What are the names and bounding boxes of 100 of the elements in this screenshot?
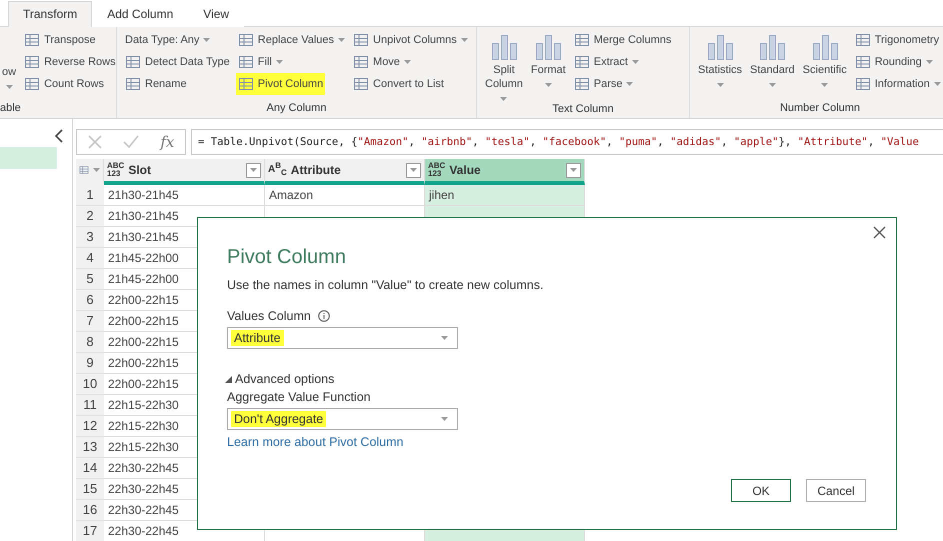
caret-icon [441, 417, 448, 421]
ribbon-button[interactable]: Data Type: Any [123, 29, 212, 51]
row-number: 6 [76, 290, 104, 311]
ribbon-button[interactable]: Transpose [22, 29, 98, 51]
row-number: 10 [76, 374, 104, 395]
caret-icon [821, 83, 828, 87]
row-number: 11 [76, 395, 104, 416]
ribbon-button[interactable]: Move [351, 51, 413, 73]
group-label: Any Column [266, 101, 328, 116]
caret-icon [276, 60, 283, 64]
info-icon[interactable] [318, 310, 330, 322]
ribbon-tab[interactable]: Transform [8, 1, 92, 27]
caret-icon [570, 168, 577, 172]
caret-icon [460, 38, 468, 42]
ribbon-button[interactable]: Reverse Rows [22, 51, 118, 73]
ribbon-button[interactable]: Unpivot Columns [351, 29, 470, 51]
collapse-icon[interactable] [54, 129, 64, 143]
ribbon-button[interactable]: Parse [572, 73, 636, 95]
ribbon-button[interactable]: Information [852, 73, 943, 95]
fx-button[interactable]: fx [160, 133, 174, 151]
type-icon: ABC 123 [107, 162, 124, 178]
row-number: 4 [76, 248, 104, 269]
filter-button[interactable] [406, 162, 421, 178]
aggregate-dropdown[interactable]: Don't Aggregate [227, 408, 458, 430]
table-icon [574, 32, 590, 48]
ribbon-button[interactable]: Extract [572, 51, 641, 73]
caret-icon [338, 38, 346, 42]
expanded-icon [225, 376, 232, 382]
caret-icon [93, 168, 100, 172]
caret-icon [768, 83, 776, 87]
column-name: Slot [128, 163, 152, 177]
row-number: 16 [76, 500, 104, 521]
table-menu-button[interactable] [76, 159, 104, 185]
ribbon-button[interactable]: Rename [123, 73, 189, 95]
table-icon [854, 54, 871, 70]
close-icon[interactable] [873, 226, 886, 239]
table-icon [353, 54, 370, 70]
table-icon [353, 76, 370, 92]
caret-icon [626, 82, 634, 86]
ok-button[interactable]: OK [731, 479, 791, 502]
ribbon-button[interactable]: Fill [236, 51, 285, 73]
caret-icon [716, 83, 724, 87]
ribbon-button[interactable]: Detect Data Type [123, 51, 232, 73]
caret-icon [6, 85, 13, 89]
caret-icon [500, 97, 508, 101]
ribbon-button[interactable]: Replace Values [236, 29, 348, 51]
caret-icon [926, 60, 933, 64]
group-label: able [0, 101, 22, 116]
ribbon-button[interactable]: Trigonometry [852, 29, 942, 51]
filter-button[interactable] [566, 162, 581, 178]
ribbon-button[interactable]: Format [528, 29, 568, 101]
table-icon [24, 54, 40, 70]
table-icon [238, 76, 254, 92]
table-icon [24, 76, 40, 92]
table-icon [125, 76, 141, 92]
row-number: 3 [76, 227, 104, 248]
table-icon [574, 76, 590, 92]
caret-icon [544, 83, 552, 87]
ribbon-button[interactable]: Rounding [852, 51, 935, 73]
row-number: 8 [76, 332, 104, 353]
dropdown-value: Attribute [231, 330, 284, 346]
row-number: 15 [76, 479, 104, 500]
ribbon-button[interactable]: Scientific [800, 29, 849, 100]
formula-field[interactable]: = Table.Unpivot(Source, {"Amazon", "airbnb", "tesla", "facebook", "puma", "adidas", "apple"}, "Attribute", "Value [191, 129, 943, 155]
table-icon [854, 32, 871, 48]
table-icon [238, 32, 254, 48]
dropdown-value: Don't Aggregate [231, 411, 326, 427]
ribbon-button[interactable]: Split Column [483, 29, 525, 101]
ribbon-button[interactable]: Standard [748, 29, 797, 100]
ribbon-button[interactable]: Count Rows [22, 73, 106, 95]
table-icon [574, 54, 590, 70]
group-label: Text Column [551, 102, 615, 117]
ribbon-button[interactable]: Merge Columns [572, 29, 674, 51]
row-number: 2 [76, 206, 104, 227]
ribbon-button[interactable]: Statistics [696, 29, 744, 100]
row-number: 12 [76, 416, 104, 437]
caret-icon [404, 60, 411, 64]
row-number: 14 [76, 458, 104, 479]
values-dropdown[interactable]: Attribute [227, 327, 458, 349]
ribbon-button[interactable]: Pivot Column [236, 73, 326, 95]
table-icon [125, 54, 141, 70]
ribbon-button[interactable]: Convert to List [351, 73, 446, 95]
row-number: 7 [76, 311, 104, 332]
table-cell: 21h30-21h45 [104, 185, 265, 206]
table-icon [238, 54, 254, 70]
ribbon-button[interactable]: ow [0, 29, 18, 100]
type-icon: ABC 123 [428, 162, 446, 178]
group-label: Number Column [778, 101, 862, 116]
column-name: Value [449, 163, 482, 177]
column-name: Attribute [290, 163, 342, 177]
caret-icon [203, 38, 210, 42]
caret-icon [250, 168, 257, 172]
filter-button[interactable] [246, 162, 261, 178]
table-cell: jihen [425, 185, 585, 206]
table-icon [854, 76, 871, 92]
caret-icon [410, 168, 417, 172]
row-number: 5 [76, 269, 104, 290]
table-icon [353, 32, 370, 48]
cancel-button[interactable]: Cancel [806, 479, 866, 502]
check-icon[interactable] [122, 135, 139, 149]
